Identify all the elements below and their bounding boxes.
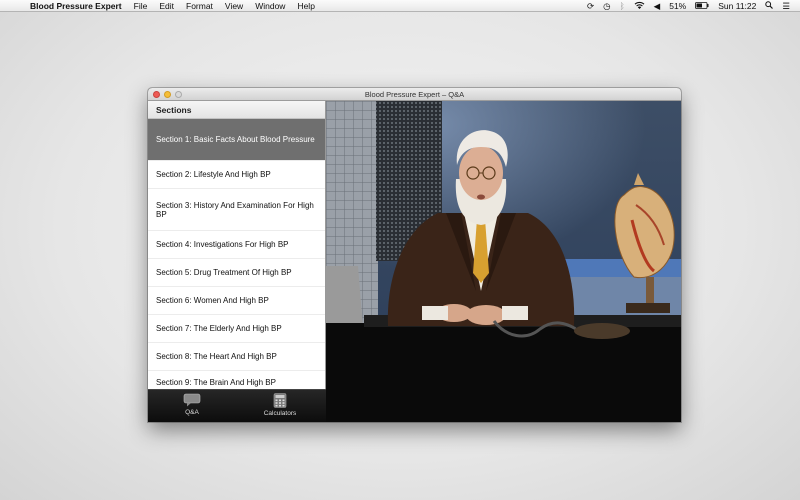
tab-calculators[interactable]: Calculators: [250, 393, 310, 417]
minimize-window-button[interactable]: [164, 91, 171, 98]
menu-view[interactable]: View: [225, 1, 243, 11]
zoom-window-button[interactable]: [175, 91, 182, 98]
speech-bubble-icon: [183, 393, 201, 407]
app-window: Blood Pressure Expert – Q&A Sections Sec…: [148, 88, 681, 422]
sections-sidebar: Sections Section 1: Basic Facts About Bl…: [148, 101, 326, 395]
calculator-icon: [273, 393, 287, 408]
section-label: Section 3: History And Examination For H…: [156, 200, 314, 219]
window-titlebar[interactable]: Blood Pressure Expert – Q&A: [148, 88, 681, 101]
tab-bar: Q&A Calculators: [148, 389, 326, 422]
clock[interactable]: Sun 11:22: [718, 1, 756, 11]
menu-file[interactable]: File: [134, 1, 148, 11]
bluetooth-icon[interactable]: ᛒ: [620, 1, 625, 11]
menu-window[interactable]: Window: [255, 1, 285, 11]
menu-edit[interactable]: Edit: [159, 1, 174, 11]
menu-help[interactable]: Help: [297, 1, 314, 11]
section-item-2[interactable]: Section 2: Lifestyle And High BP: [148, 161, 325, 189]
section-item-8[interactable]: Section 8: The Heart And High BP: [148, 343, 325, 371]
spotlight-search-icon[interactable]: [765, 1, 774, 11]
section-label: Section 9: The Brain And High BP: [156, 378, 276, 387]
sync-icon[interactable]: ⟳: [587, 1, 594, 12]
section-label: Section 1: Basic Facts About Blood Press…: [156, 135, 315, 144]
section-item-1[interactable]: Section 1: Basic Facts About Blood Press…: [148, 119, 325, 161]
section-item-4[interactable]: Section 4: Investigations For High BP: [148, 231, 325, 259]
time-machine-icon[interactable]: ◷: [603, 1, 610, 12]
notification-center-icon[interactable]: ☰: [782, 1, 790, 12]
battery-icon[interactable]: [695, 1, 709, 11]
section-label: Section 6: Women And High BP: [156, 296, 269, 305]
menu-extras: ⟳ ◷ ᛒ ◀ 51% Sun 11:22 ☰: [587, 0, 790, 12]
wifi-icon[interactable]: [634, 1, 645, 11]
presenter-video-frame: [326, 101, 681, 422]
tab-qa[interactable]: Q&A: [162, 393, 222, 416]
section-label: Section 7: The Elderly And High BP: [156, 324, 282, 333]
menu-format[interactable]: Format: [186, 1, 213, 11]
volume-icon[interactable]: ◀: [654, 1, 661, 12]
section-label: Section 5: Drug Treatment Of High BP: [156, 268, 292, 277]
section-item-6[interactable]: Section 6: Women And High BP: [148, 287, 325, 315]
section-item-5[interactable]: Section 5: Drug Treatment Of High BP: [148, 259, 325, 287]
sections-header: Sections: [148, 101, 325, 119]
sections-list: Section 1: Basic Facts About Blood Press…: [148, 119, 325, 395]
section-label: Section 2: Lifestyle And High BP: [156, 170, 271, 179]
close-window-button[interactable]: [153, 91, 160, 98]
section-label: Section 8: The Heart And High BP: [156, 352, 277, 361]
menu-app-name[interactable]: Blood Pressure Expert: [30, 1, 122, 11]
tab-calculators-label: Calculators: [263, 410, 297, 417]
battery-percent[interactable]: 51%: [669, 1, 686, 11]
window-title: Blood Pressure Expert – Q&A: [364, 90, 465, 99]
section-label: Section 4: Investigations For High BP: [156, 240, 289, 249]
section-item-3[interactable]: Section 3: History And Examination For H…: [148, 189, 325, 231]
tab-qa-label: Q&A: [185, 409, 199, 416]
menu-bar: Blood Pressure Expert File Edit Format V…: [0, 0, 800, 12]
section-item-7[interactable]: Section 7: The Elderly And High BP: [148, 315, 325, 343]
video-player[interactable]: [326, 101, 681, 422]
